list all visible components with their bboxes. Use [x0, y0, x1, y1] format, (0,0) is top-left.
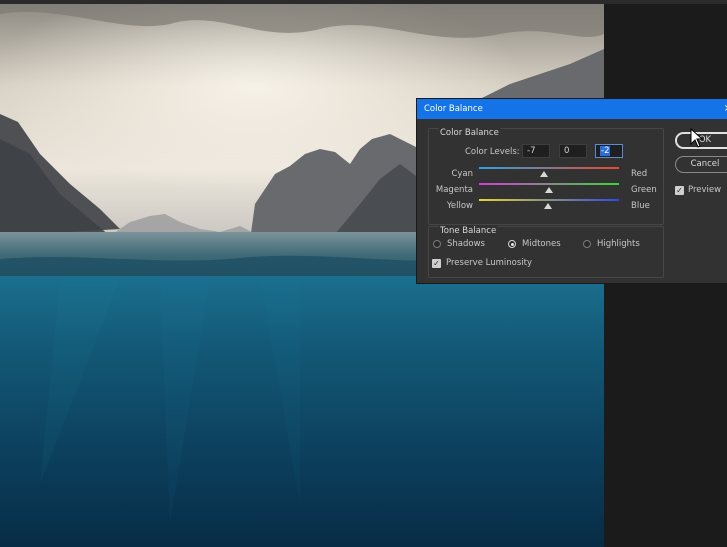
cyan-red-slider[interactable]: Cyan Red — [417, 167, 667, 183]
tone-balance-group: Tone Balance — [428, 226, 664, 278]
color-balance-dialog: Color Balance × Color Balance Color Leve… — [416, 98, 727, 284]
red-label: Red — [631, 169, 648, 179]
yellow-blue-thumb[interactable] — [543, 203, 552, 209]
highlights-label: Highlights — [597, 239, 640, 249]
preserve-luminosity-checkbox[interactable]: ✓ — [432, 259, 441, 268]
green-label: Green — [631, 185, 657, 195]
blue-label: Blue — [631, 201, 650, 211]
yellow-blue-level-field[interactable]: -2 — [595, 144, 623, 158]
preview-checkbox[interactable]: ✓ — [675, 186, 684, 195]
cyan-label: Cyan — [451, 169, 473, 179]
color-balance-group-label: Color Balance — [439, 128, 500, 138]
magenta-green-thumb[interactable] — [545, 187, 553, 193]
dialog-titlebar[interactable]: Color Balance × — [417, 99, 727, 119]
mouse-cursor-icon — [690, 128, 704, 148]
magenta-label: Magenta — [435, 185, 473, 195]
yellow-label: Yellow — [446, 201, 473, 211]
cyan-red-level-field[interactable]: -7 — [522, 144, 550, 158]
magenta-green-track[interactable] — [479, 183, 619, 185]
magenta-green-slider[interactable]: Magenta Green — [417, 183, 667, 199]
yellow-blue-track[interactable] — [479, 199, 619, 201]
cyan-red-thumb[interactable] — [540, 171, 549, 177]
shadows-label: Shadows — [447, 239, 485, 249]
cyan-red-track[interactable] — [479, 167, 619, 169]
color-levels-label: Color Levels: — [465, 147, 520, 157]
shadows-radio[interactable] — [433, 240, 441, 248]
preserve-luminosity-label: Preserve Luminosity — [446, 258, 532, 268]
highlights-radio[interactable] — [583, 240, 591, 248]
close-icon[interactable]: × — [721, 99, 727, 119]
yellow-blue-slider[interactable]: Yellow Blue — [417, 199, 667, 215]
magenta-green-level-field[interactable]: 0 — [559, 144, 587, 158]
midtones-label: Midtones — [522, 239, 561, 249]
midtones-radio[interactable] — [508, 240, 516, 248]
tone-balance-group-label: Tone Balance — [439, 226, 498, 236]
dialog-title: Color Balance — [424, 104, 483, 114]
preview-label: Preview — [688, 185, 722, 195]
cancel-button[interactable]: Cancel — [675, 156, 727, 173]
